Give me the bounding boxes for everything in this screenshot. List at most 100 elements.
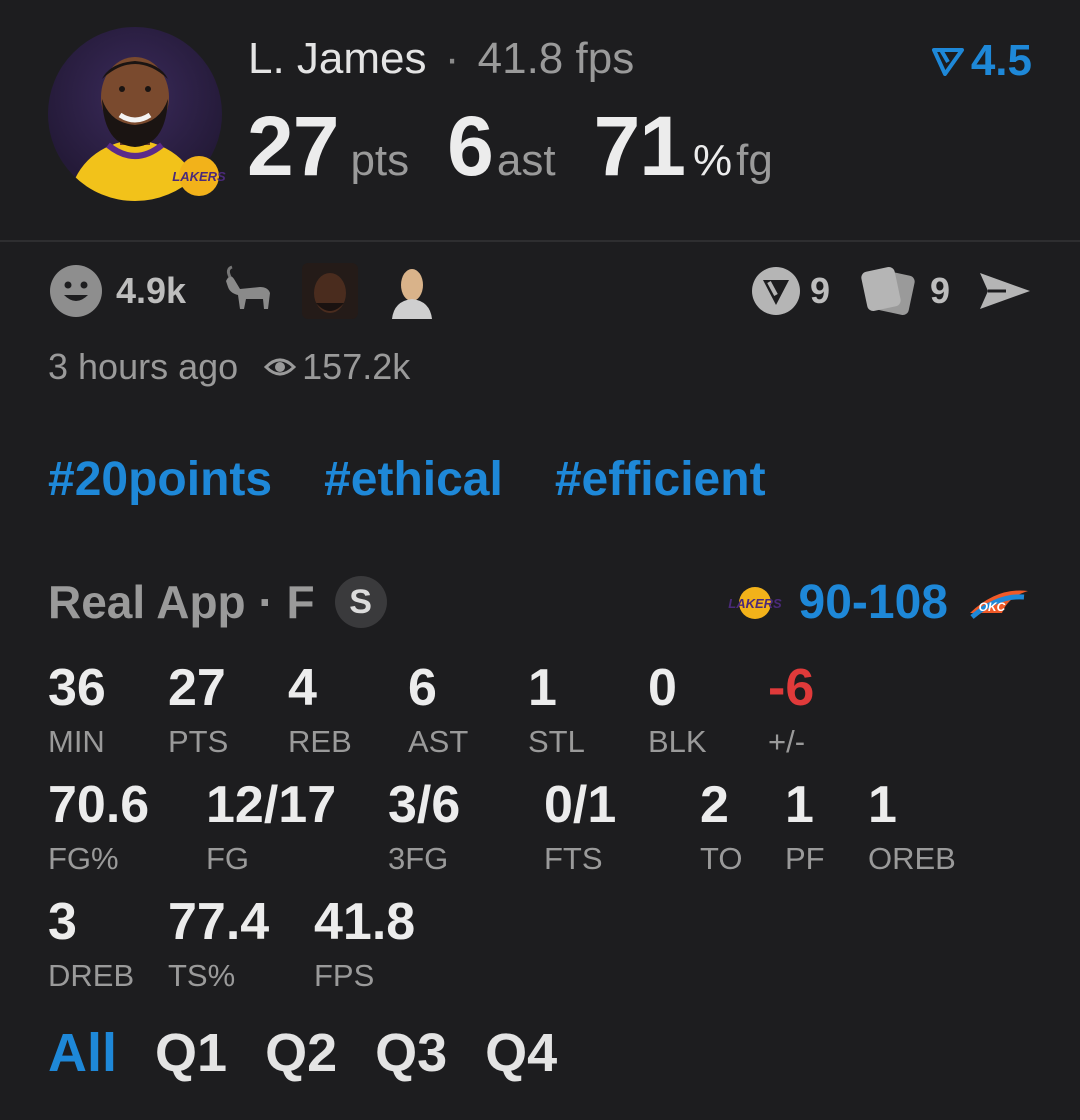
lakers-team-logo: LAKERS xyxy=(728,586,782,619)
hashtag-list: #20points #ethical #efficient xyxy=(48,452,766,507)
stat-ts-pct: 77.4 TS% xyxy=(168,896,269,994)
headline-fg-pct: % xyxy=(693,136,733,185)
stat-pts: 27 PTS xyxy=(168,662,228,760)
stat-ast: 6 AST xyxy=(408,662,468,760)
stat-value: 6 xyxy=(408,659,437,717)
cards-count: 9 xyxy=(929,270,950,311)
hashtag-efficient[interactable]: #efficient xyxy=(555,452,766,507)
stat-stl: 1 STL xyxy=(528,662,585,760)
away-logo-text: OKC xyxy=(979,600,1006,614)
stat-label: REB xyxy=(288,724,352,759)
player-fps: 41.8 fps xyxy=(477,34,635,83)
headline-stats: 27 pts 6 ast 71 % fg xyxy=(247,98,773,195)
stat-label: TS% xyxy=(168,958,236,993)
hashtag-20points[interactable]: #20points xyxy=(48,452,272,507)
share-send-icon[interactable] xyxy=(976,269,1032,313)
rating-badge[interactable]: 4.5 xyxy=(931,36,1032,86)
eye-icon xyxy=(264,358,297,376)
stat-value: 70.6 xyxy=(48,776,150,834)
stat-oreb: 1 OREB xyxy=(868,779,956,877)
stat-value: 41.8 xyxy=(314,893,416,951)
tab-q2[interactable]: Q2 xyxy=(265,1022,337,1084)
stat-fg: 12/17 FG xyxy=(206,779,336,877)
tab-q1[interactable]: Q1 xyxy=(155,1022,227,1084)
stat-label: FG xyxy=(206,841,250,876)
stat-value: 2 xyxy=(700,776,729,834)
comment-v-icon[interactable] xyxy=(750,265,802,317)
stat-label: BLK xyxy=(648,724,707,759)
stat-value: 1 xyxy=(528,659,557,717)
stat-value: 3 xyxy=(48,893,77,951)
stat-label: OREB xyxy=(868,841,956,876)
player-name-line: L. James · 41.8 fps xyxy=(248,34,634,84)
stat-pf: 1 PF xyxy=(785,779,825,877)
stat-min: 36 MIN xyxy=(48,662,106,760)
stat-value: 36 xyxy=(48,659,106,717)
stat-value: 3/6 xyxy=(388,776,461,834)
stat-3fg: 3/6 3FG xyxy=(388,779,460,877)
hashtag-ethical[interactable]: #ethical xyxy=(324,452,503,507)
quarter-tabs: All Q1 Q2 Q3 Q4 xyxy=(48,1022,557,1084)
stat-plus-minus: -6 +/- xyxy=(768,662,814,760)
stat-label: TO xyxy=(700,841,743,876)
stat-value: 27 xyxy=(168,659,226,717)
stat-value: 1 xyxy=(868,776,897,834)
stat-label: PF xyxy=(785,841,825,876)
stat-value: 1 xyxy=(785,776,814,834)
stat-label: FPS xyxy=(314,958,375,993)
headline-ast-unit: ast xyxy=(496,136,556,185)
rating-value: 4.5 xyxy=(970,36,1032,85)
name-separator: · xyxy=(444,34,460,83)
headline-fg-value: 71 xyxy=(593,99,686,193)
home-logo-text: LAKERS xyxy=(728,596,782,611)
face-emoji-icon[interactable] xyxy=(302,263,359,319)
headline-pts-unit: pts xyxy=(350,136,410,185)
stat-fts: 0/1 FTS xyxy=(544,779,616,877)
stat-label: FG% xyxy=(48,841,119,876)
lakers-logo: LAKERS xyxy=(166,154,232,198)
stat-fg-pct: 70.6 FG% xyxy=(48,779,149,877)
headline-pts-value: 27 xyxy=(247,99,339,193)
views: 157.2k xyxy=(264,346,410,388)
stat-value: 0/1 xyxy=(544,776,617,834)
stat-label: MIN xyxy=(48,724,105,759)
cards-icon[interactable] xyxy=(856,265,922,317)
source-badge: S xyxy=(334,576,387,628)
stat-value: -6 xyxy=(768,659,815,717)
figure-emoji-icon[interactable] xyxy=(384,263,440,319)
tab-all[interactable]: All xyxy=(48,1022,117,1084)
stat-value: 4 xyxy=(288,659,317,717)
stat-to: 2 TO xyxy=(700,779,743,877)
headline-ast-value: 6 xyxy=(447,99,494,193)
stat-dreb: 3 DREB xyxy=(48,896,134,994)
stat-value: 12/17 xyxy=(206,776,337,834)
score-value: 90-108 xyxy=(798,576,948,629)
goat-emoji-icon[interactable] xyxy=(220,263,276,319)
rating-arrow-icon xyxy=(931,48,964,76)
header-divider xyxy=(0,240,1080,242)
post-meta: 3 hours ago 157.2k xyxy=(48,346,410,388)
okc-team-logo: OKC xyxy=(970,589,1028,619)
headline-fg-unit: fg xyxy=(736,136,773,185)
stat-label: PTS xyxy=(168,724,229,759)
stat-blk: 0 BLK xyxy=(648,662,707,760)
stat-label: DREB xyxy=(48,958,135,993)
stat-value: 77.4 xyxy=(168,893,270,951)
post-actions: 9 9 xyxy=(750,263,1032,319)
smiley-count: 4.9k xyxy=(116,270,187,311)
stat-label: AST xyxy=(408,724,469,759)
stat-label: +/- xyxy=(768,724,806,759)
smiley-icon[interactable] xyxy=(48,263,104,319)
tab-q4[interactable]: Q4 xyxy=(485,1022,557,1084)
stat-label: 3FG xyxy=(388,841,449,876)
lakers-logo-text: LAKERS xyxy=(172,169,226,184)
stat-label: FTS xyxy=(544,841,603,876)
stat-label: STL xyxy=(528,724,585,759)
game-score[interactable]: LAKERS 90-108 OKC xyxy=(725,575,1032,630)
stat-value: 0 xyxy=(648,659,677,717)
source-label: Real App · F xyxy=(48,576,315,628)
stat-reb: 4 REB xyxy=(288,662,352,760)
tab-q3[interactable]: Q3 xyxy=(375,1022,447,1084)
time-ago: 3 hours ago xyxy=(48,346,239,387)
player-name[interactable]: L. James xyxy=(248,34,427,83)
